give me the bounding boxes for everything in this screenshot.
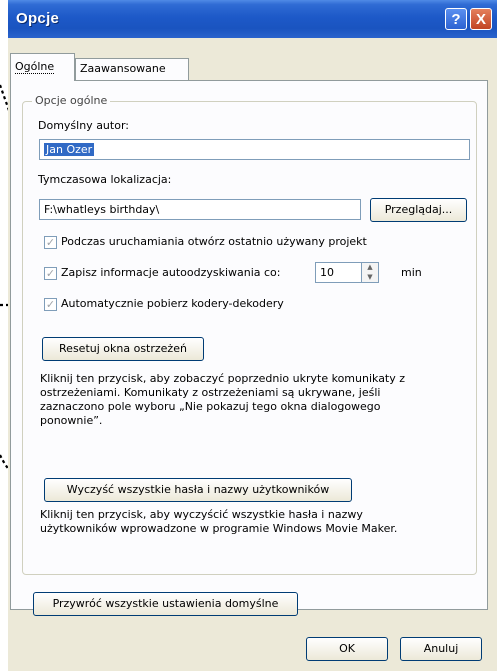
clear-passwords-description: Kliknij ten przycisk, aby wyczyścić wszy… xyxy=(40,508,397,536)
download-codecs-checkbox[interactable]: ✓ xyxy=(44,298,57,311)
tab-general[interactable]: Ogólne xyxy=(10,53,75,81)
text-line: Kliknij ten przycisk, aby zobaczyć poprz… xyxy=(40,372,406,385)
tab-advanced[interactable]: Zaawansowane xyxy=(75,58,189,80)
download-codecs-label: Automatycznie pobierz kodery-dekodery xyxy=(61,297,284,310)
group-label: Opcje ogólne xyxy=(32,94,111,107)
autosave-interval-value: 10 xyxy=(320,266,334,279)
window-title: Opcje xyxy=(16,10,60,27)
reset-warnings-button[interactable]: Resetuj okna ostrzeżeń xyxy=(42,337,204,361)
text-line: użytkowników wprowadzone w programie Win… xyxy=(40,522,398,535)
browse-button[interactable]: Przeglądaj... xyxy=(370,198,467,222)
author-value: Jan Ozer xyxy=(44,143,95,156)
help-button[interactable]: ? xyxy=(445,8,467,30)
autosave-checkbox[interactable]: ✓ xyxy=(44,267,57,280)
tab-general-label: Ogólne xyxy=(15,60,55,74)
open-last-checkbox[interactable]: ✓ xyxy=(44,236,57,249)
restore-defaults-button[interactable]: Przywróć wszystkie ustawienia domyślne xyxy=(33,592,298,616)
text-line: ponownie”. xyxy=(40,414,103,427)
reset-warnings-description: Kliknij ten przycisk, aby zobaczyć poprz… xyxy=(40,372,405,428)
temp-location-field[interactable]: F:\whatleys birthday\ xyxy=(39,199,361,220)
cancel-button[interactable]: Anuluj xyxy=(400,637,482,661)
close-button[interactable]: X xyxy=(470,8,492,30)
temp-location-value: F:\whatleys birthday\ xyxy=(44,203,160,216)
text-line: Kliknij ten przycisk, aby wyczyścić wszy… xyxy=(40,508,363,521)
author-label: Domyślny autor: xyxy=(38,119,129,132)
autosave-interval-field[interactable]: 10 xyxy=(315,262,362,283)
spinner-down-icon[interactable]: ▼ xyxy=(362,273,378,282)
author-field[interactable]: Jan Ozer xyxy=(39,139,470,160)
clear-passwords-button[interactable]: Wyczyść wszystkie hasła i nazwy użytkown… xyxy=(44,478,352,502)
open-last-label: Podczas uruchamiania otwórz ostatnio uży… xyxy=(61,235,367,248)
autosave-spinner[interactable]: ▲ ▼ xyxy=(361,262,379,283)
ok-button[interactable]: OK xyxy=(306,637,388,661)
autosave-unit: min xyxy=(401,266,422,279)
spinner-up-icon[interactable]: ▲ xyxy=(362,263,378,272)
autosave-label: Zapisz informacje autoodzyskiwania co: xyxy=(61,266,281,279)
title-bar[interactable]: Opcje ? X xyxy=(8,0,497,38)
tab-advanced-label: Zaawansowane xyxy=(80,62,166,75)
temp-location-label: Tymczasowa lokalizacja: xyxy=(38,173,172,186)
text-line: zaznaczono pole wyboru „Nie pokazuj tego… xyxy=(40,400,381,413)
text-line: ostrzeżeniami. Komunikaty z ostrzeżeniam… xyxy=(40,386,381,399)
